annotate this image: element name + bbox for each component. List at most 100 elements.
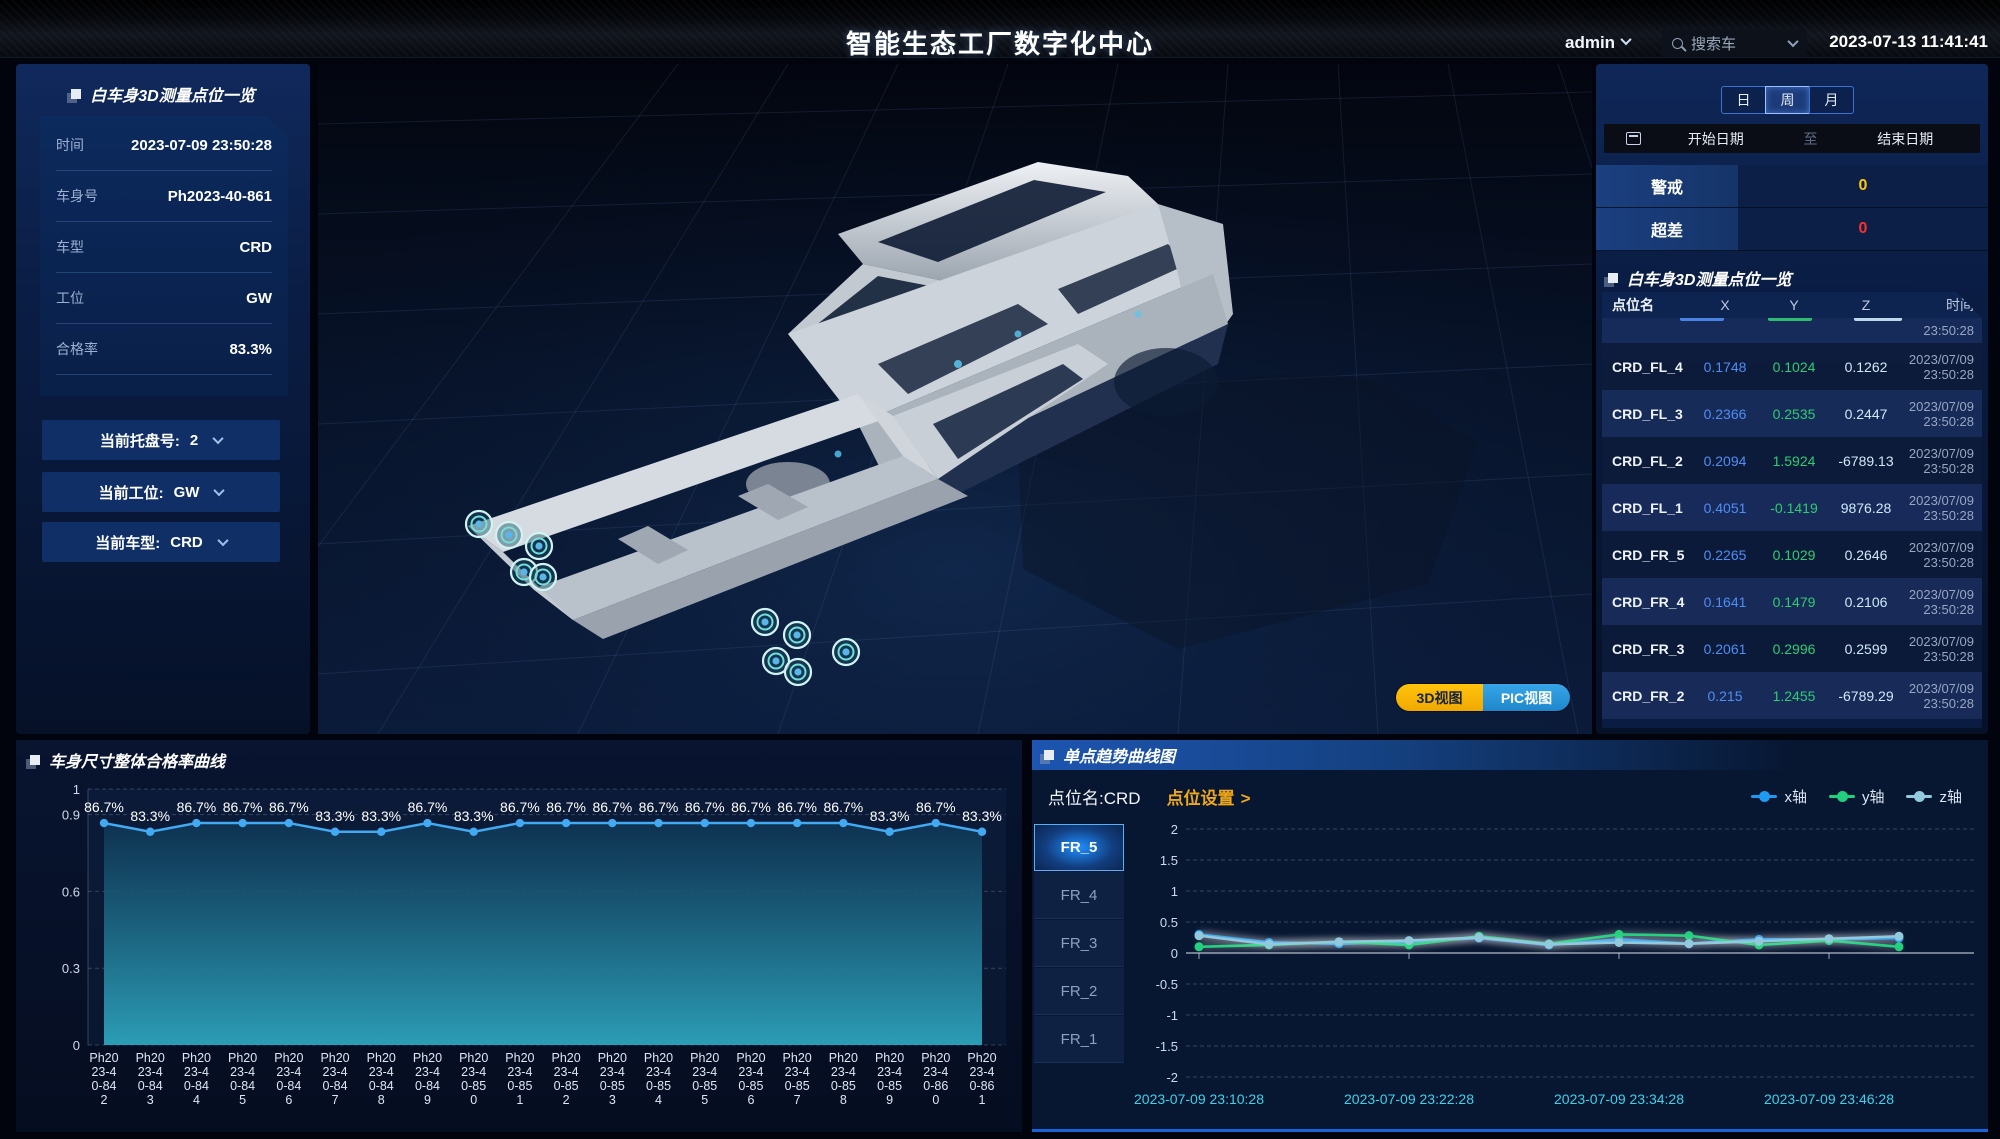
model-selector[interactable]: 当前车型: CRD xyxy=(42,522,280,562)
data-point[interactable] xyxy=(1615,930,1624,939)
cell-z: 0.2106 xyxy=(1828,594,1904,610)
data-point[interactable] xyxy=(608,819,616,827)
table-row[interactable]: CRD_FR_2 0.215 1.2455 -6789.29 2023/07/0… xyxy=(1602,672,1982,719)
x-tick-label: 0-84 xyxy=(138,1079,163,1093)
data-point[interactable] xyxy=(238,819,246,827)
data-point[interactable] xyxy=(146,828,154,836)
search-placeholder: 搜索车 xyxy=(1691,33,1774,54)
point-tab-fr_2[interactable]: FR_2 xyxy=(1034,968,1124,1015)
data-point[interactable] xyxy=(1545,940,1554,949)
table-row[interactable]: CRD_FL_3 0.2366 0.2535 0.2447 2023/07/09… xyxy=(1602,390,1982,437)
table-row[interactable]: CRD_FL_1 0.4051 -0.1419 9876.28 2023/07/… xyxy=(1602,484,1982,531)
measurement-point-icon[interactable] xyxy=(530,564,556,590)
data-point[interactable] xyxy=(793,819,801,827)
data-point[interactable] xyxy=(701,819,709,827)
measurement-point-icon[interactable] xyxy=(752,609,778,635)
table-row[interactable]: CRD_FR_4 0.1641 0.1479 0.2106 2023/07/09… xyxy=(1602,578,1982,625)
search-input[interactable]: 搜索车 xyxy=(1662,29,1807,57)
data-point[interactable] xyxy=(100,819,108,827)
data-point-label: 86.7% xyxy=(223,799,263,815)
date-range-picker[interactable]: 开始日期 至 结束日期 xyxy=(1604,124,1980,153)
point-settings-link[interactable]: 点位设置> xyxy=(1167,784,1251,809)
point-tab-fr_1[interactable]: FR_1 xyxy=(1034,1016,1124,1063)
data-point[interactable] xyxy=(192,819,200,827)
top-bar: 智能生态工厂数字化中心 admin 搜索车 2023-07-13 11:41:4… xyxy=(0,0,2000,58)
data-point[interactable] xyxy=(1895,932,1904,941)
measurement-point-icon[interactable] xyxy=(784,622,810,648)
data-point[interactable] xyxy=(1195,931,1204,940)
data-point[interactable] xyxy=(885,828,893,836)
measurement-point-icon[interactable] xyxy=(496,522,522,548)
x-tick-label: Ph20 xyxy=(274,1051,303,1065)
data-point[interactable] xyxy=(1405,936,1414,945)
data-point[interactable] xyxy=(932,819,940,827)
legend-item[interactable]: y轴 xyxy=(1829,786,1885,807)
data-point[interactable] xyxy=(1825,934,1834,943)
data-point[interactable] xyxy=(978,828,986,836)
table-row[interactable]: CRD_FR_5 0.2265 0.1029 0.2646 2023/07/09… xyxy=(1602,531,1982,578)
measurement-point-icon[interactable] xyxy=(466,511,492,537)
data-point[interactable] xyxy=(516,819,524,827)
range-tab[interactable]: 月 xyxy=(1809,86,1854,114)
x-tick-label: 0-85 xyxy=(877,1079,902,1093)
cell-x: 0.2094 xyxy=(1690,453,1760,469)
start-date-input[interactable]: 开始日期 xyxy=(1641,129,1791,149)
measurement-point-icon[interactable] xyxy=(785,659,811,685)
data-point[interactable] xyxy=(331,828,339,836)
data-point[interactable] xyxy=(654,819,662,827)
measurement-point-icon[interactable] xyxy=(833,639,859,665)
y-tick-label: 0.5 xyxy=(1160,915,1178,930)
end-date-input[interactable]: 结束日期 xyxy=(1831,129,1981,149)
3d-view-button[interactable]: 3D视图 xyxy=(1396,684,1483,711)
data-point[interactable] xyxy=(1685,931,1694,940)
legend-item[interactable]: z轴 xyxy=(1906,786,1962,807)
measurement-point-icon[interactable] xyxy=(526,533,552,559)
data-point[interactable] xyxy=(1895,942,1904,951)
point-tab-fr_4[interactable]: FR_4 xyxy=(1034,872,1124,919)
info-value: Ph2023-40-861 xyxy=(168,188,272,205)
data-point[interactable] xyxy=(562,819,570,827)
table-row[interactable]: CRD_FL_2 0.2094 1.5924 -6789.13 2023/07/… xyxy=(1602,437,1982,484)
data-point[interactable] xyxy=(1615,938,1624,947)
table-row[interactable]: CRD_FL_4 0.1748 0.1024 0.1262 2023/07/09… xyxy=(1602,343,1982,390)
point-settings-text: 点位设置 xyxy=(1167,789,1235,808)
x-tick-label: Ph20 xyxy=(320,1051,349,1065)
data-point[interactable] xyxy=(423,819,431,827)
data-point[interactable] xyxy=(1685,939,1694,948)
data-point[interactable] xyxy=(377,828,385,836)
data-point-label: 86.7% xyxy=(408,799,448,815)
data-point[interactable] xyxy=(1475,933,1484,942)
car-3d-viewport[interactable]: 3D视图PIC视图 xyxy=(318,64,1592,734)
table-title-text: 白车身3D测量点位一览 xyxy=(1627,266,1791,290)
info-label: 车身号 xyxy=(56,186,98,206)
legend-item[interactable]: x轴 xyxy=(1751,786,1807,807)
x-tick-label: Ph20 xyxy=(736,1051,765,1065)
point-tab-fr_5[interactable]: FR_5 xyxy=(1034,824,1124,871)
station-selector[interactable]: 当前工位: GW xyxy=(42,472,280,512)
car-3d-model xyxy=(318,64,1592,734)
data-point[interactable] xyxy=(285,819,293,827)
pic-view-button[interactable]: PIC视图 xyxy=(1483,684,1570,711)
data-point[interactable] xyxy=(469,828,477,836)
table-row[interactable]: CRD_FR_3 0.2061 0.2996 0.2599 2023/07/09… xyxy=(1602,625,1982,672)
cell-y: 0.1479 xyxy=(1760,594,1828,610)
cell-point-name: CRD_FR_3 xyxy=(1602,641,1690,657)
data-point[interactable] xyxy=(839,819,847,827)
range-tab[interactable]: 日 xyxy=(1721,86,1766,114)
pallet-selector[interactable]: 当前托盘号: 2 xyxy=(42,420,280,460)
data-point[interactable] xyxy=(1195,942,1204,951)
data-point[interactable] xyxy=(1265,940,1274,949)
user-menu[interactable]: admin xyxy=(1565,33,1630,53)
model-selector-label: 当前车型: xyxy=(95,532,160,553)
data-point[interactable] xyxy=(1755,937,1764,946)
alert-counters: 警戒 0 超差 0 xyxy=(1596,165,1988,251)
point-tabs: FR_5FR_4FR_3FR_2FR_1 xyxy=(1034,824,1124,1064)
data-point[interactable] xyxy=(1335,937,1344,946)
panel-square-icon xyxy=(1608,273,1618,283)
range-tab[interactable]: 周 xyxy=(1765,86,1810,114)
y-tick-label: 0 xyxy=(73,1038,80,1053)
data-point[interactable] xyxy=(747,819,755,827)
point-tab-fr_3[interactable]: FR_3 xyxy=(1034,920,1124,967)
x-tick-label: 23-4 xyxy=(785,1065,810,1079)
table-row-partial[interactable]: 23:50:28 xyxy=(1602,318,1982,343)
